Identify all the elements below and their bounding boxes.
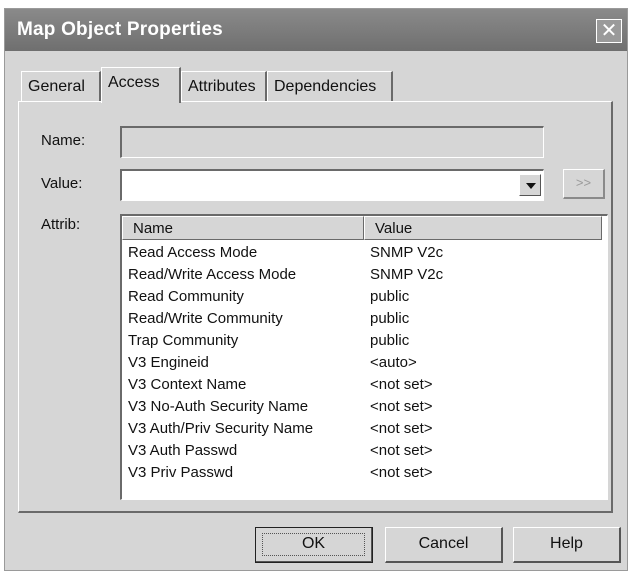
attribute-name: V3 Context Name — [128, 376, 247, 393]
focus-rectangle — [262, 533, 365, 556]
attribute-value: public — [370, 310, 410, 327]
attribute-value: SNMP V2c — [370, 266, 444, 283]
attrib-label: Attrib: — [41, 216, 81, 233]
attribute-name: V3 Engineid — [128, 354, 209, 371]
attribute-name: Read/Write Community — [128, 310, 283, 327]
tab-access[interactable]: Access — [101, 67, 181, 103]
list-item[interactable]: V3 Auth Passwd <not set> — [122, 440, 607, 462]
list-item[interactable]: Read Access Mode SNMP V2c — [122, 242, 607, 264]
attribute-value: <not set> — [370, 420, 433, 437]
dropdown-button[interactable] — [519, 174, 541, 196]
attribute-value: <not set> — [370, 464, 433, 481]
name-field[interactable] — [120, 126, 544, 158]
list-item[interactable]: Read/Write Access Mode SNMP V2c — [122, 264, 607, 286]
chevron-down-icon — [526, 183, 536, 189]
tab-attributes[interactable]: Attributes — [181, 71, 267, 101]
list-item[interactable]: V3 No-Auth Security Name <not set> — [122, 396, 607, 418]
attribute-name: V3 Auth/Priv Security Name — [128, 420, 314, 437]
tab-general[interactable]: General — [21, 71, 101, 101]
map-object-properties-dialog: Map Object Properties ✕ General Access A… — [4, 8, 628, 571]
name-label: Name: — [41, 132, 86, 149]
list-item[interactable]: V3 Context Name <not set> — [122, 374, 607, 396]
attribute-value: <not set> — [370, 398, 433, 415]
attribute-name: Trap Community — [128, 332, 239, 349]
more-button[interactable]: >> — [563, 169, 605, 199]
attribute-value: public — [370, 332, 410, 349]
cancel-button-label: Cancel — [418, 535, 469, 552]
attribute-value: public — [370, 288, 410, 305]
attribute-value: <not set> — [370, 442, 433, 459]
help-button-label: Help — [550, 535, 583, 552]
attributes-rows: Read Access Mode SNMP V2c Read/Write Acce… — [122, 242, 607, 484]
close-icon[interactable]: ✕ — [596, 19, 622, 43]
access-tab-panel: Name: Value: >> Attrib: Name Value Read … — [18, 101, 613, 513]
list-item[interactable]: V3 Engineid <auto> — [122, 352, 607, 374]
help-button[interactable]: Help — [513, 527, 621, 563]
ok-button[interactable]: OK — [255, 527, 373, 563]
list-item[interactable]: V3 Auth/Priv Security Name <not set> — [122, 418, 607, 440]
attribute-name: V3 Priv Passwd — [128, 464, 234, 481]
list-item[interactable]: Trap Community public — [122, 330, 607, 352]
attribute-name: Read Access Mode — [128, 244, 258, 261]
list-item[interactable]: Read/Write Community public — [122, 308, 607, 330]
title-bar: Map Object Properties ✕ — [5, 9, 627, 51]
attribute-name: V3 No-Auth Security Name — [128, 398, 309, 415]
attribute-name: V3 Auth Passwd — [128, 442, 238, 459]
column-header-value[interactable]: Value — [364, 216, 602, 240]
cancel-button[interactable]: Cancel — [385, 527, 503, 563]
dialog-title: Map Object Properties — [17, 19, 223, 40]
column-header-name[interactable]: Name — [122, 216, 364, 240]
attribute-value: <not set> — [370, 376, 433, 393]
attribute-name: Read/Write Access Mode — [128, 266, 297, 283]
list-item[interactable]: Read Community public — [122, 286, 607, 308]
attribute-value: SNMP V2c — [370, 244, 444, 261]
attribute-value: <auto> — [370, 354, 417, 371]
value-label: Value: — [41, 175, 83, 192]
list-item[interactable]: V3 Priv Passwd <not set> — [122, 462, 607, 484]
attributes-list[interactable]: Name Value Read Access Mode SNMP V2c Read… — [120, 214, 608, 500]
attribute-name: Read Community — [128, 288, 244, 305]
tab-dependencies[interactable]: Dependencies — [267, 71, 393, 101]
value-combobox[interactable] — [120, 169, 544, 201]
